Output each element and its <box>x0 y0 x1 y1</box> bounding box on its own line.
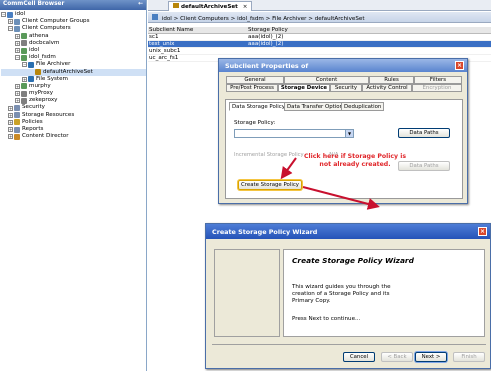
annotation-arrows <box>280 157 380 210</box>
wizard-arrow <box>302 186 380 210</box>
callout-arrow <box>280 157 297 180</box>
